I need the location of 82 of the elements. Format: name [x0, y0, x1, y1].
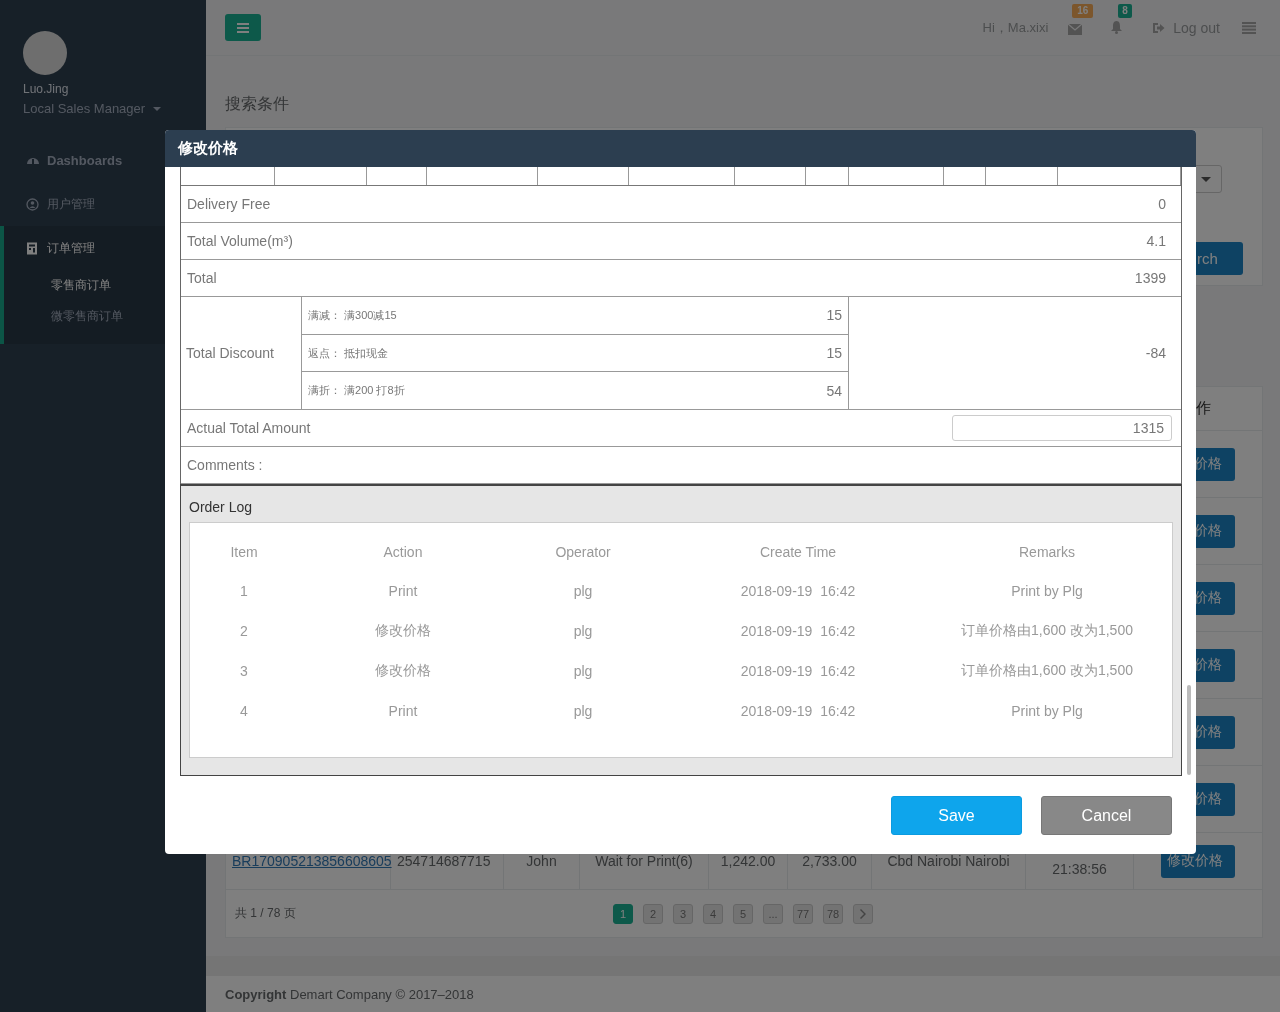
discount-value: 15 — [826, 345, 842, 361]
table-cell: 2018-09-19 16:42 — [740, 623, 856, 639]
table-cell: 4 — [240, 703, 248, 719]
table-cell: 修改价格 — [375, 622, 431, 638]
menu-icon — [237, 22, 249, 33]
column-header: Remarks — [1019, 544, 1075, 560]
calculator-icon — [26, 241, 39, 255]
save-button[interactable]: Save — [891, 796, 1022, 835]
list-icon[interactable] — [1242, 21, 1256, 34]
page-button[interactable]: 3 — [673, 903, 693, 924]
table-cell: 订单价格由1,600 改为1,500 — [961, 662, 1133, 678]
table-cell: 1 — [240, 583, 248, 599]
nav-item[interactable]: Dashboards — [47, 152, 123, 168]
user-name: Luo.Jing — [23, 82, 69, 96]
cancel-button[interactable]: Cancel — [1041, 796, 1172, 835]
panel-title: Order Log — [189, 499, 253, 515]
table-cell: 2018-09-19 16:42 — [740, 663, 856, 679]
column-header: Operator — [555, 544, 611, 560]
row-label: Total Volume(m³) — [187, 233, 293, 249]
row-label: Total Discount — [186, 345, 274, 361]
table-cell: plg — [573, 623, 593, 639]
table-cell: plg — [573, 703, 593, 719]
table-cell: Print — [388, 703, 418, 719]
row-label: Comments : — [187, 457, 263, 473]
discount-name: 返点： 抵扣现金 — [308, 345, 389, 361]
row-value: 0 — [1158, 196, 1166, 212]
caret-icon — [1201, 176, 1211, 182]
row-label: Delivery Free — [187, 196, 271, 212]
row-label: Actual Total Amount — [187, 420, 311, 436]
mail-icon[interactable] — [1068, 22, 1083, 35]
dialog-title: 修改价格 — [178, 139, 238, 158]
chevron-right-icon — [860, 908, 866, 919]
scrollbar-thumb[interactable] — [1187, 685, 1191, 775]
page-button[interactable]: 4 — [703, 903, 723, 924]
notification-count-badge: 8 — [1118, 3, 1132, 18]
caret-icon — [153, 106, 162, 111]
page-button[interactable]: ... — [763, 903, 783, 924]
message-count-badge: 16 — [1072, 3, 1094, 18]
table-cell: Wait for Print(6) — [595, 853, 693, 869]
discount-value: 15 — [826, 307, 842, 324]
table-cell: 2018-09-19 16:42 — [740, 703, 856, 719]
discount-name: 满折： 满200 打8折 — [308, 383, 405, 399]
avatar — [23, 31, 67, 75]
discount-name: 满减： 满300减15 — [308, 307, 397, 323]
next-page-button[interactable] — [853, 903, 873, 924]
row-value: 1399 — [1134, 270, 1166, 286]
bell-icon[interactable] — [1110, 19, 1124, 34]
order-link[interactable]: BR170905213856608605 — [232, 853, 392, 869]
table-cell: 21:38:56 — [1052, 861, 1107, 877]
table-cell: 2,733.00 — [802, 853, 857, 869]
column-header: Action — [383, 544, 423, 560]
table-cell: Print by Plg — [1011, 703, 1083, 719]
table-cell: 3 — [240, 663, 248, 679]
column-header: 作 — [1196, 399, 1211, 418]
table-cell: 修改价格 — [375, 662, 431, 678]
table-cell: plg — [573, 583, 593, 599]
sign-out-icon — [1152, 21, 1166, 34]
discount-value: 54 — [826, 382, 842, 399]
page-summary: 共 1 / 78 页 — [235, 905, 297, 922]
menu-button[interactable] — [225, 14, 261, 41]
copyright-text: Copyright Demart Company © 2017–2018 — [225, 986, 474, 1002]
page-button[interactable]: 1 — [613, 903, 633, 924]
column-header: Item — [230, 544, 258, 560]
table-cell: 2 — [240, 623, 248, 639]
row-label: Total — [187, 270, 217, 286]
table-cell: 1,242.00 — [720, 853, 776, 869]
role-dropdown[interactable]: Local Sales Manager — [23, 101, 206, 116]
row-value: 4.1 — [1146, 233, 1166, 249]
table-cell: 254714687715 — [397, 853, 491, 869]
table-cell: 2018-09-19 16:42 — [740, 583, 856, 599]
table-cell: Print by Plg — [1011, 583, 1083, 599]
section-title: 搜索条件 — [225, 94, 290, 114]
table-cell: Print — [388, 583, 418, 599]
nav-item[interactable]: 订单管理 — [47, 239, 95, 257]
row-value: -84 — [1145, 345, 1166, 361]
table-cell: 订单价格由1,600 改为1,500 — [961, 622, 1133, 638]
table-cell: Cbd Nairobi Nairobi — [887, 853, 1010, 869]
user-icon — [26, 197, 39, 211]
amount-field[interactable]: 1315 — [952, 415, 1172, 441]
table-cell: John — [526, 853, 557, 869]
table-cell: plg — [573, 663, 593, 679]
column-header: Create Time — [759, 544, 837, 560]
